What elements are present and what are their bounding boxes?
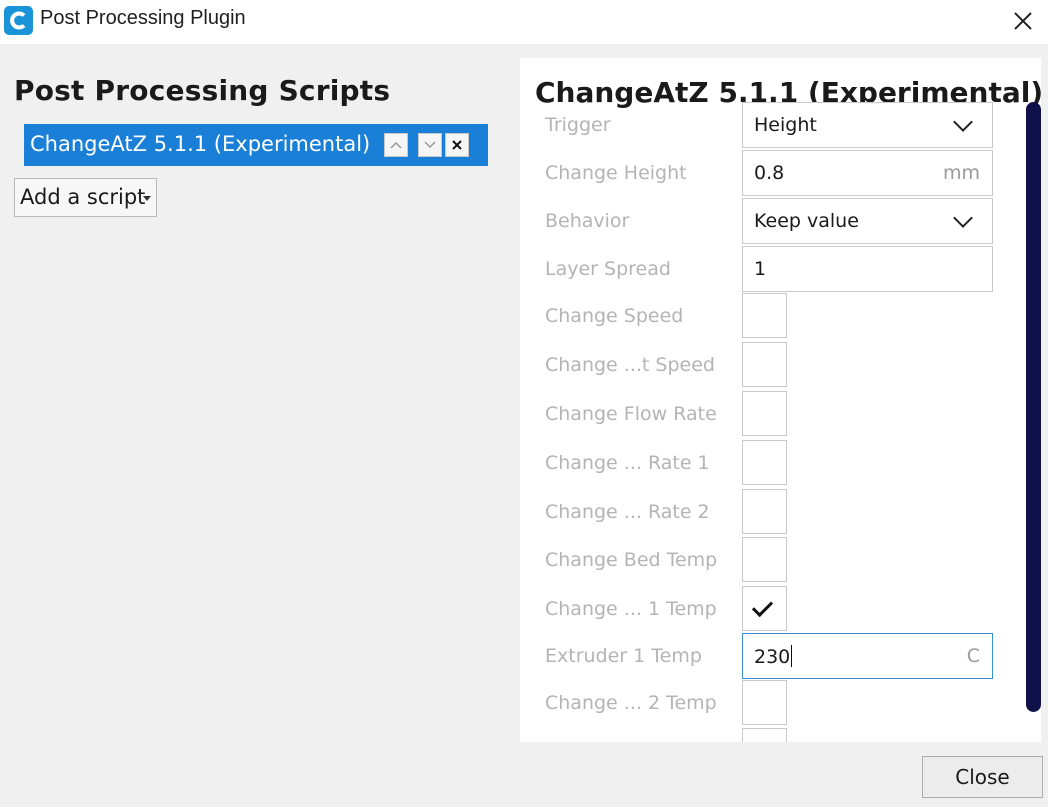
change-flow-rate-2-label: Change ... Rate 2 [545, 501, 710, 523]
chevron-up-icon [390, 141, 402, 149]
chevron-down-icon [953, 208, 973, 228]
change-bed-temp-checkbox[interactable] [742, 537, 787, 582]
layer-spread-value: 1 [754, 258, 767, 280]
add-script-label: Add a script [20, 185, 146, 209]
extruder-1-temp-unit: C [966, 645, 980, 667]
change-extruder-1-temp-label: Change ... 1 Temp [545, 598, 717, 620]
script-item-label: ChangeAtZ 5.1.1 (Experimental) [30, 132, 371, 156]
change-print-speed-checkbox[interactable] [742, 342, 787, 387]
layer-spread-label: Layer Spread [545, 258, 671, 280]
change-height-unit: mm [942, 162, 980, 184]
extruder-1-temp-input[interactable]: 230 C [742, 633, 993, 679]
trigger-dropdown[interactable]: Height [742, 102, 993, 148]
script-list-item[interactable]: ChangeAtZ 5.1.1 (Experimental) [24, 124, 488, 166]
change-flow-rate-2-checkbox[interactable] [742, 489, 787, 534]
window-title: Post Processing Plugin [40, 7, 246, 29]
change-extruder-1-temp-checkbox[interactable] [742, 586, 787, 631]
change-print-speed-label: Change ...t Speed [545, 354, 715, 376]
change-flow-rate-checkbox[interactable] [742, 391, 787, 436]
remove-script-button[interactable] [445, 133, 469, 157]
settings-scrollbar[interactable] [1026, 102, 1041, 712]
change-speed-label: Change Speed [545, 305, 684, 327]
close-icon [452, 140, 462, 150]
change-bed-temp-label: Change Bed Temp [545, 549, 718, 571]
layer-spread-input[interactable]: 1 [742, 246, 993, 292]
close-icon[interactable] [1008, 6, 1038, 36]
trigger-value: Height [754, 114, 817, 136]
behavior-label: Behavior [545, 210, 630, 232]
change-flow-rate-label: Change Flow Rate [545, 403, 717, 425]
extruder-1-temp-label: Extruder 1 Temp [545, 645, 702, 667]
behavior-value: Keep value [754, 210, 859, 232]
add-script-button[interactable]: Add a script [14, 178, 157, 217]
change-flow-rate-1-label: Change ... Rate 1 [545, 452, 710, 474]
text-cursor [791, 645, 793, 667]
change-speed-checkbox[interactable] [742, 293, 787, 338]
behavior-dropdown[interactable]: Keep value [742, 198, 993, 244]
chevron-down-icon [953, 112, 973, 132]
trigger-label: Trigger [545, 114, 611, 136]
change-flow-rate-1-checkbox[interactable] [742, 440, 787, 485]
move-down-button[interactable] [418, 133, 442, 157]
title-bar: Post Processing Plugin [0, 0, 1048, 44]
chevron-down-icon [424, 141, 436, 149]
extruder-1-temp-value: 230 [754, 646, 791, 668]
cura-logo-icon [4, 6, 33, 35]
change-extruder-2-temp-checkbox[interactable] [742, 680, 787, 725]
script-settings-panel: ChangeAtZ 5.1.1 (Experimental) Trigger H… [520, 58, 1041, 742]
move-up-button[interactable] [384, 133, 408, 157]
change-height-label: Change Height [545, 162, 687, 184]
scripts-heading: Post Processing Scripts [14, 74, 391, 107]
checkmark-icon [751, 595, 774, 618]
change-height-value: 0.8 [754, 162, 785, 184]
change-extruder-2-temp-label: Change ... 2 Temp [545, 692, 717, 714]
change-height-input[interactable]: 0.8 mm [742, 150, 993, 196]
close-button[interactable]: Close [922, 756, 1043, 798]
next-row-checkbox[interactable] [742, 728, 787, 742]
dropdown-caret-icon [143, 196, 151, 201]
